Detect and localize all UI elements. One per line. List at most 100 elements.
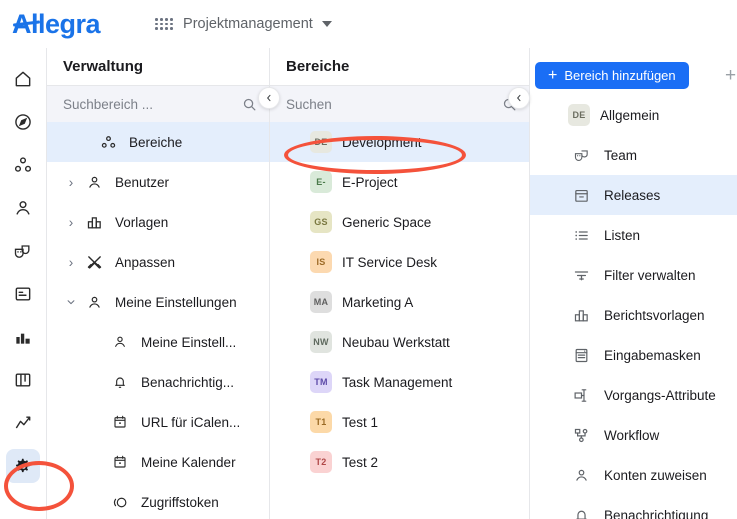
verwaltung-search-input[interactable] <box>63 97 242 112</box>
tools-icon <box>81 254 107 271</box>
settings-item-listen[interactable]: Listen <box>530 215 737 255</box>
panel-space-settings: DE Allgemein Team <box>530 48 737 519</box>
settings-item-label: Vorgangs-Attribute <box>604 388 716 403</box>
gear-icon <box>13 456 34 477</box>
nav-item-label: Meine Kalender <box>141 455 236 470</box>
settings-item-benachrichtigung[interactable]: Benachrichtigung <box>530 495 737 519</box>
space-item-neubau-werkstatt[interactable]: NW Neubau Werkstatt <box>270 322 529 362</box>
rail-item-settings[interactable] <box>6 449 40 483</box>
rail-item-board[interactable] <box>6 363 40 397</box>
settings-item-allgemein[interactable]: DE Allgemein <box>530 95 737 135</box>
space-item-label: Test 2 <box>342 455 378 470</box>
space-item-label: Task Management <box>342 375 452 390</box>
nav-item-benutzer[interactable]: › Benutzer <box>47 162 269 202</box>
nav-item-bereiche[interactable]: Bereiche <box>47 122 269 162</box>
rail-item-spaces[interactable] <box>6 148 40 182</box>
nav-item-meine-einstell[interactable]: Meine Einstell... <box>47 322 269 362</box>
left-rail <box>0 48 46 519</box>
space-avatar: GS <box>310 211 332 233</box>
verwaltung-list: Bereiche › Benutzer › Vorlagen <box>47 122 269 519</box>
space-item-label: Test 1 <box>342 415 378 430</box>
masks-icon <box>13 241 33 261</box>
space-item-generic-space[interactable]: GS Generic Space <box>270 202 529 242</box>
add-space-button[interactable]: + Bereich hinzufügen <box>535 62 689 89</box>
chart-bar-icon <box>81 214 107 231</box>
nav-item-label: Benutzer <box>115 175 169 190</box>
add-extra-button[interactable]: + <box>725 66 736 85</box>
app-root: Allegra Projektmanagement <box>0 0 737 519</box>
attributes-icon <box>568 387 594 404</box>
chevron-right-icon[interactable]: › <box>61 255 81 270</box>
user-icon <box>107 334 133 350</box>
space-item-test-2[interactable]: T2 Test 2 <box>270 442 529 482</box>
nav-item-benachrichtig[interactable]: Benachrichtig... <box>47 362 269 402</box>
nav-item-url-fuer-icalender[interactable]: URL für iCalen... <box>47 402 269 442</box>
nav-item-meine-kalender[interactable]: Meine Kalender <box>47 442 269 482</box>
collapse-col2-button[interactable] <box>508 87 530 109</box>
search-icon[interactable] <box>242 97 257 112</box>
bereiche-search-bar[interactable] <box>270 86 529 122</box>
nav-item-label: Vorlagen <box>115 215 168 230</box>
settings-item-label: Berichtsvorlagen <box>604 308 705 323</box>
rail-item-user[interactable] <box>6 191 40 225</box>
settings-item-eingabemasken[interactable]: Eingabemasken <box>530 335 737 375</box>
chevron-right-icon[interactable]: › <box>61 215 81 230</box>
nav-item-vorlagen[interactable]: › Vorlagen <box>47 202 269 242</box>
space-item-marketing-a[interactable]: MA Marketing A <box>270 282 529 322</box>
settings-item-team[interactable]: Team <box>530 135 737 175</box>
nav-item-label: Benachrichtig... <box>141 375 234 390</box>
space-item-label: E-Project <box>342 175 398 190</box>
collapse-col1-button[interactable] <box>258 87 280 109</box>
settings-item-vorgangs-attribute[interactable]: Vorgangs-Attribute <box>530 375 737 415</box>
settings-item-label: Eingabemasken <box>604 348 701 363</box>
list-icon <box>568 227 594 244</box>
verwaltung-search-bar[interactable] <box>47 86 269 122</box>
settings-item-filter-verwalten[interactable]: Filter verwalten <box>530 255 737 295</box>
settings-item-label: Konten zuweisen <box>604 468 707 483</box>
space-settings-list: DE Allgemein Team <box>530 86 737 519</box>
nav-item-label: URL für iCalen... <box>141 415 240 430</box>
panel-verwaltung: Verwaltung Bereiche › <box>47 48 269 519</box>
space-item-it-service-desk[interactable]: IS IT Service Desk <box>270 242 529 282</box>
rail-item-analytics[interactable] <box>6 406 40 440</box>
app-switcher[interactable]: Projektmanagement <box>155 16 332 32</box>
chevron-left-icon <box>515 94 523 102</box>
panel-bereiche: Bereiche DE Development E- E-Project GS … <box>270 48 529 519</box>
settings-item-label: Benachrichtigung <box>604 508 708 519</box>
space-item-task-management[interactable]: TM Task Management <box>270 362 529 402</box>
space-item-test-1[interactable]: T1 Test 1 <box>270 402 529 442</box>
rail-item-explore[interactable] <box>6 105 40 139</box>
document-icon <box>13 284 33 304</box>
settings-item-label: Allgemein <box>600 108 659 123</box>
rail-item-document[interactable] <box>6 277 40 311</box>
space-avatar: TM <box>310 371 332 393</box>
nav-item-label: Meine Einstellungen <box>115 295 237 310</box>
user-icon <box>81 294 107 311</box>
nav-item-anpassen[interactable]: › Anpassen <box>47 242 269 282</box>
space-avatar: E- <box>310 171 332 193</box>
rail-item-team[interactable] <box>6 234 40 268</box>
plus-icon: + <box>548 68 557 84</box>
bell-icon <box>107 374 133 390</box>
allegra-logo[interactable]: Allegra <box>12 11 100 38</box>
settings-item-konten-zuweisen[interactable]: Konten zuweisen <box>530 455 737 495</box>
masks-icon <box>568 147 594 164</box>
settings-item-releases[interactable]: Releases <box>530 175 737 215</box>
rail-item-home[interactable] <box>6 62 40 96</box>
chevron-down-icon[interactable] <box>61 297 81 307</box>
nav-item-label: Bereiche <box>129 135 182 150</box>
bereiche-search-input[interactable] <box>286 97 502 112</box>
rail-item-reports[interactable] <box>6 320 40 354</box>
chevron-right-icon[interactable]: › <box>61 175 81 190</box>
grid-dots-icon <box>155 18 173 30</box>
space-item-e-project[interactable]: E- E-Project <box>270 162 529 202</box>
panel-bereiche-title: Bereiche <box>270 48 529 86</box>
space-item-label: Generic Space <box>342 215 431 230</box>
nav-item-zugriffstoken[interactable]: Zugriffstoken <box>47 482 269 519</box>
settings-item-workflow[interactable]: Workflow <box>530 415 737 455</box>
space-item-label: IT Service Desk <box>342 255 437 270</box>
settings-item-berichtsvorlagen[interactable]: Berichtsvorlagen <box>530 295 737 335</box>
nav-item-meine-einstellungen[interactable]: Meine Einstellungen <box>47 282 269 322</box>
chart-bar-icon <box>568 307 594 324</box>
space-item-development[interactable]: DE Development <box>270 122 529 162</box>
